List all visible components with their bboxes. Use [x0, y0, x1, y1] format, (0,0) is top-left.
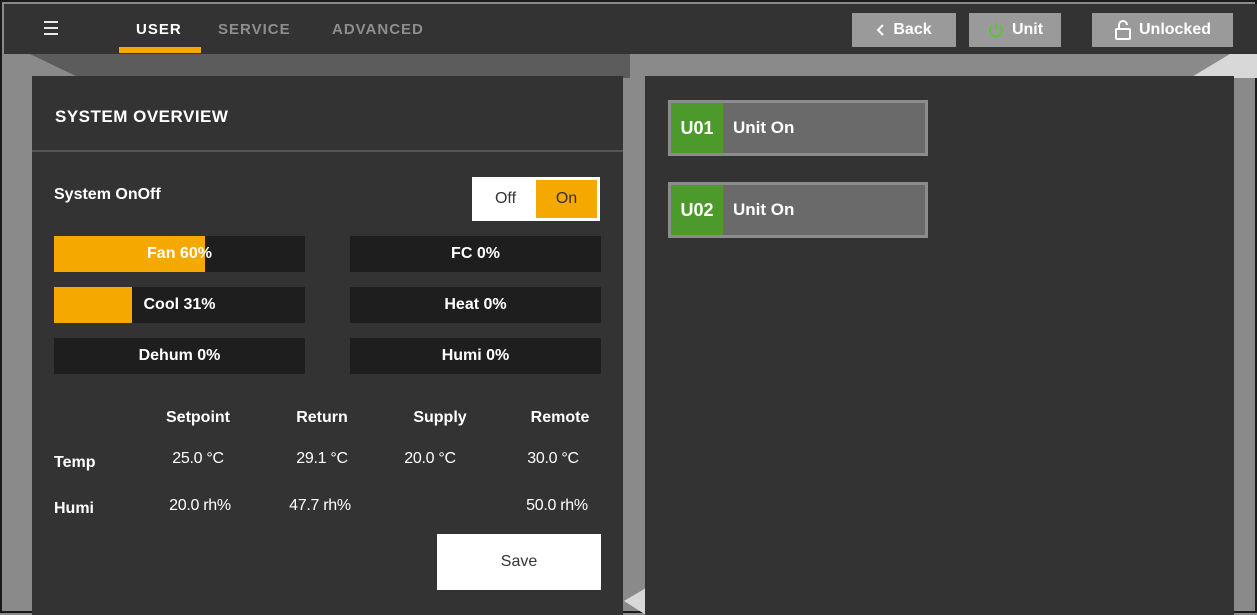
- humi-return: 47.7 rh%: [289, 497, 351, 514]
- temp-supply: 20.0 °C: [404, 450, 456, 467]
- temp-setpoint: 25.0 °C: [172, 450, 224, 467]
- fc-bar: FC 0%: [350, 236, 601, 272]
- fan-bar-label: Fan 60%: [147, 245, 212, 262]
- unit-button[interactable]: Unit: [969, 13, 1061, 47]
- col-supply: Supply: [413, 409, 467, 426]
- humi-setpoint: 20.0 rh%: [169, 497, 231, 514]
- fc-bar-label: FC 0%: [451, 245, 500, 262]
- system-overview-panel: SYSTEM OVERVIEW System OnOff Off On Fan …: [32, 76, 623, 615]
- system-onoff-toggle[interactable]: Off On: [472, 177, 600, 221]
- right-panel-bevel: [1190, 54, 1257, 78]
- cool-bar: Cool 31%: [54, 287, 305, 323]
- left-panel-bevel: [30, 54, 630, 78]
- tab-advanced[interactable]: ADVANCED: [332, 21, 424, 38]
- col-setpoint: Setpoint: [166, 409, 230, 426]
- unit-tile-u02[interactable]: U02 Unit On: [668, 182, 928, 238]
- unit-button-label: Unit: [1011, 21, 1044, 38]
- row-label-temp: Temp: [54, 454, 96, 471]
- unit-status: Unit On: [733, 200, 795, 219]
- humi-remote: 50.0 rh%: [526, 497, 588, 514]
- humi-bar: Humi 0%: [350, 338, 601, 374]
- fan-bar: Fan 60%: [54, 236, 305, 272]
- tab-service[interactable]: SERVICE: [218, 21, 291, 38]
- toggle-off-option[interactable]: Off: [475, 180, 536, 218]
- heat-bar: Heat 0%: [350, 287, 601, 323]
- panel-separator-arrow: [624, 588, 646, 615]
- col-return: Return: [296, 409, 348, 426]
- hamburger-menu-icon[interactable]: [42, 16, 66, 40]
- heat-bar-label: Heat 0%: [444, 296, 507, 313]
- power-icon: [987, 21, 1005, 39]
- back-button[interactable]: Back: [852, 13, 956, 47]
- divider: [32, 150, 623, 152]
- dehum-bar: Dehum 0%: [54, 338, 305, 374]
- row-label-humi: Humi: [54, 500, 94, 517]
- toggle-on-option[interactable]: On: [536, 180, 597, 218]
- unlocked-padlock-icon: [1114, 20, 1132, 40]
- chevron-left-icon: [876, 23, 886, 37]
- app-window: USER SERVICE ADVANCED Back Unit Unlocked: [0, 0, 1257, 615]
- temp-return: 29.1 °C: [296, 450, 348, 467]
- unit-code: U01: [671, 103, 723, 153]
- lock-button[interactable]: Unlocked: [1092, 13, 1233, 47]
- temp-remote: 30.0 °C: [527, 450, 579, 467]
- cool-bar-label: Cool 31%: [143, 296, 216, 313]
- humi-bar-label: Humi 0%: [441, 347, 510, 364]
- back-button-label: Back: [893, 21, 932, 38]
- save-button[interactable]: Save: [437, 534, 601, 590]
- system-onoff-label: System OnOff: [54, 186, 161, 203]
- unit-status: Unit On: [733, 118, 795, 137]
- tab-user[interactable]: USER: [136, 21, 182, 38]
- dehum-bar-label: Dehum 0%: [138, 347, 221, 364]
- lock-button-label: Unlocked: [1138, 21, 1211, 38]
- units-panel: U01 Unit On U02 Unit On: [645, 76, 1234, 615]
- unit-code: U02: [671, 185, 723, 235]
- unit-tile-u01[interactable]: U01 Unit On: [668, 100, 928, 156]
- panel-title: SYSTEM OVERVIEW: [55, 107, 229, 126]
- active-tab-indicator: [119, 47, 201, 53]
- col-remote: Remote: [530, 409, 590, 426]
